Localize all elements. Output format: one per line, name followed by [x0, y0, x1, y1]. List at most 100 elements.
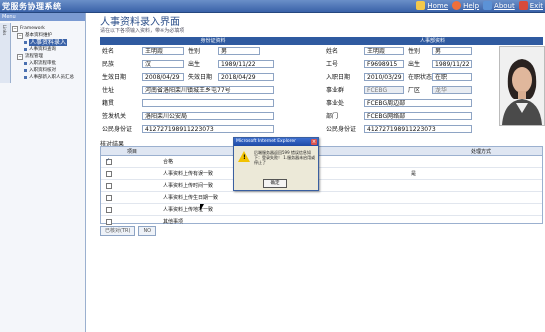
idcard-field[interactable]: 412727198911223073	[142, 124, 274, 133]
table-row: 人事资料上传有误一致 是	[101, 168, 542, 180]
native-field[interactable]	[142, 98, 274, 107]
help-link[interactable]: Help	[452, 1, 479, 10]
help-icon	[452, 1, 462, 10]
r-join-field[interactable]: 2010/03/29	[364, 72, 404, 81]
page-title: 人事资料录入界面	[100, 17, 180, 28]
row-checkbox[interactable]	[106, 171, 112, 177]
r-empno-field[interactable]: F9698915	[364, 59, 404, 68]
table-row: 人事资料上传地址一致	[101, 204, 542, 216]
collapse-icon[interactable]: −	[12, 25, 18, 32]
row-item: 合格	[163, 159, 174, 165]
leaf-icon	[24, 76, 27, 79]
tree-node-approve[interactable]: 入职流程审批	[12, 60, 84, 67]
row-valid: 生效日期 2008/04/29 失效日期 2018/04/29	[102, 72, 274, 81]
ok-button[interactable]: 确定	[263, 179, 287, 188]
check-results-table: 项目 处理方式 合格 人事资料上传有误一致 是 人事资料上传时间一致 人事资料上…	[100, 146, 543, 225]
tree-node-verify[interactable]: 入职资料核对	[12, 67, 84, 74]
r-group-select[interactable]: FCEBG	[364, 85, 404, 94]
tree-label: 流程管理	[25, 54, 43, 59]
row-checkbox[interactable]	[106, 157, 112, 165]
exit-link[interactable]: Exit	[518, 1, 543, 10]
tree-node-hr-entry[interactable]: 人事资料录入	[12, 39, 84, 46]
r-gender-field[interactable]: 男	[432, 46, 472, 55]
tree-label: 人事资料查询	[29, 47, 56, 52]
row-authority: 签发机关 洛阳栾川公安局	[102, 111, 274, 120]
row-idcard: 公民身份证 412727198911223073	[102, 124, 274, 133]
row-item: 人事资料上传地址一致	[163, 207, 214, 213]
about-link[interactable]: About	[483, 1, 515, 10]
r-row-group: 事业群 FCEBG 厂区 龙华	[326, 85, 472, 94]
address-field[interactable]: 河南省洛阳栾川镇城王乡屯77号	[142, 85, 274, 94]
sidebar-vertical-tab[interactable]: Links	[0, 23, 11, 83]
authority-field[interactable]: 洛阳栾川公安局	[142, 111, 274, 120]
tree-node-summary[interactable]: 人事部新入职人员汇总	[12, 74, 84, 81]
row-checkbox[interactable]	[106, 183, 112, 189]
r-idcard-field[interactable]: 412727198911223073	[364, 124, 472, 133]
tree-node-basic[interactable]: − 基本资料维护	[12, 32, 84, 39]
row-ethnic: 民族 汉 出生 1989/11/22	[102, 59, 274, 68]
exit-label: Exit	[529, 1, 543, 10]
r-row-dept: 部门 FCEBG网络部	[326, 111, 472, 120]
row-item: 人事资料上传有误一致	[163, 171, 214, 177]
submit-button[interactable]: 已核对(TR)	[100, 226, 136, 236]
r-birth-label: 出生	[408, 61, 421, 68]
about-icon	[483, 1, 493, 10]
table-row: 人事资料上传生日期一致	[101, 192, 542, 204]
dialog-message: 后端服务器返回599 错误信息如下：登录失败！ 1.服务器未启用或停止了	[254, 150, 316, 165]
r-join-label: 入职日期	[326, 74, 351, 81]
cancel-button[interactable]: NO	[138, 226, 157, 236]
r-factory-select[interactable]: 龙华	[432, 85, 472, 94]
gender-label: 性别	[188, 48, 201, 55]
r-gender-label: 性别	[408, 48, 421, 55]
portrait-image	[500, 47, 544, 125]
ethnic-field[interactable]: 汉	[142, 59, 184, 68]
issue-field[interactable]: 2008/04/29	[142, 72, 184, 81]
collapse-icon[interactable]: −	[17, 53, 23, 60]
row-item: 人事资料上传时间一致	[163, 183, 214, 189]
row-checkbox[interactable]	[106, 219, 112, 225]
gender-field[interactable]: 男	[218, 46, 260, 55]
row-checkbox[interactable]	[106, 195, 112, 201]
tree-node-framework[interactable]: − Framework	[12, 25, 84, 32]
page-subtitle: 请在以下各项输入资料，带※为必填项	[100, 28, 185, 34]
main-content: 人事资料录入界面 请在以下各项输入资料，带※为必填项 身份证资料 人事部资料 姓…	[96, 13, 545, 332]
tree-label: Framework	[20, 26, 45, 31]
dialog-titlebar[interactable]: Microsoft Internet Explorer ×	[234, 138, 318, 146]
top-links: Home Help About Exit	[416, 1, 543, 10]
column-header-method: 处理方式	[471, 149, 492, 155]
address-label: 住址	[102, 87, 115, 94]
leaf-icon	[24, 62, 27, 65]
home-icon	[416, 1, 426, 10]
r-dept-field[interactable]: FCEBG网络部	[364, 111, 472, 120]
r-bu-field[interactable]: FCEBG周边部	[364, 98, 472, 107]
row-method[interactable]: 是	[411, 170, 416, 177]
r-empno-label: 工号	[326, 61, 339, 68]
birth-field[interactable]: 1989/11/22	[218, 59, 274, 68]
native-label: 籍贯	[102, 100, 115, 107]
r-row-join: 入职日期 2010/03/29 在职状态 在职	[326, 72, 472, 81]
name-field[interactable]: 王明霞	[142, 46, 184, 55]
r-row-name: 姓名 王明霞 性别 男	[326, 46, 472, 55]
r-name-field[interactable]: 王明霞	[364, 46, 404, 55]
issue-label: 生效日期	[102, 74, 127, 81]
table-header: 项目 处理方式	[101, 147, 542, 156]
r-factory-label: 厂区	[408, 87, 421, 94]
column-header-item: 项目	[127, 149, 138, 155]
leaf-icon	[24, 69, 27, 72]
warning-icon: !	[238, 151, 250, 162]
ethnic-label: 民族	[102, 61, 115, 68]
tree-node-process[interactable]: − 流程管理	[12, 53, 84, 60]
sidebar: Menu Links − Framework − 基本资料维护 人事资料录入 人事资…	[0, 13, 86, 332]
expire-field[interactable]: 2018/04/29	[218, 72, 274, 81]
birth-label: 出生	[188, 61, 201, 68]
r-status-field[interactable]: 在职	[432, 72, 472, 81]
leaf-icon	[24, 48, 27, 51]
close-icon[interactable]: ×	[311, 139, 317, 145]
r-birth-field[interactable]: 1989/11/22	[432, 59, 472, 68]
tree-node-hr-query[interactable]: 人事资料查询	[12, 46, 84, 53]
home-link[interactable]: Home	[416, 1, 448, 10]
collapse-icon[interactable]: −	[17, 32, 23, 39]
exit-icon	[518, 1, 528, 10]
r-row-idcard: 公民身份证 412727198911223073	[326, 124, 472, 133]
row-checkbox[interactable]	[106, 207, 112, 213]
